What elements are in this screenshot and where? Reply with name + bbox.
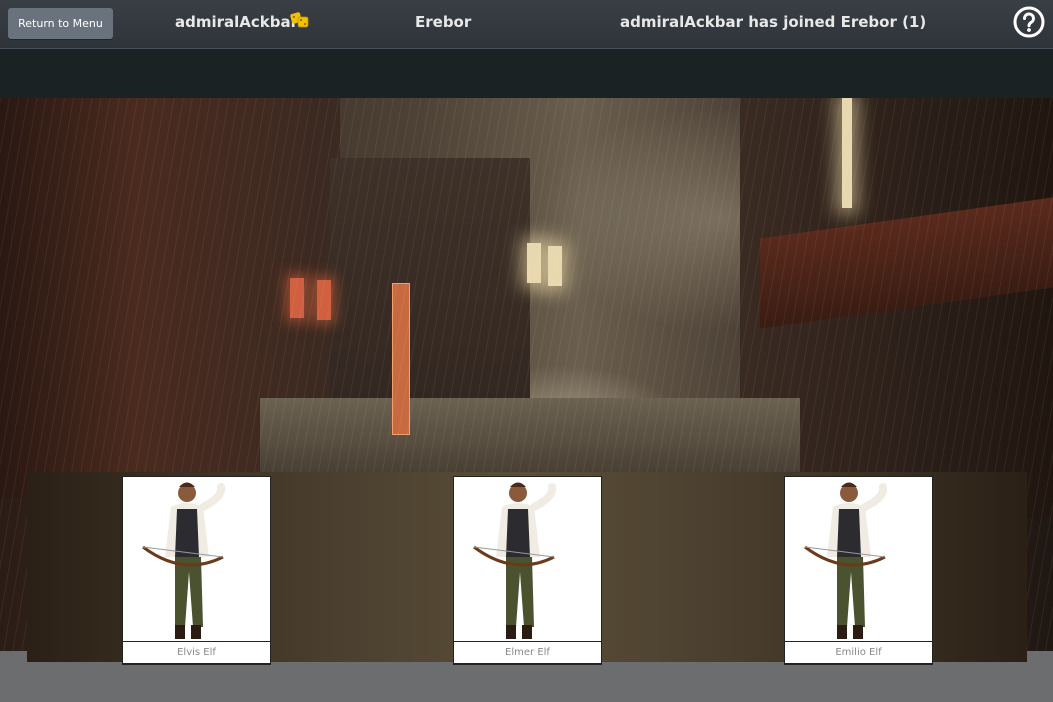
return-to-menu-button[interactable]: Return to Menu [8, 8, 113, 39]
dice-icon [290, 12, 309, 28]
room-name: Erebor [415, 13, 472, 31]
elf-archer-portrait [454, 477, 601, 641]
character-name: Elvis Elf [122, 641, 271, 664]
status-message: admiralAckbar has joined Erebor (1) [620, 13, 927, 31]
character-name: Emilio Elf [784, 641, 933, 664]
elf-archer-portrait [785, 477, 932, 641]
character-card[interactable]: Emilio Elf [784, 476, 933, 665]
top-bar: Return to Menu admiralAckbar Erebor admi… [0, 0, 1053, 49]
username-label: admiralAckbar [175, 13, 299, 31]
character-card[interactable]: Elvis Elf [122, 476, 271, 665]
character-name: Elmer Elf [453, 641, 602, 664]
header-band [0, 49, 1053, 98]
character-card[interactable]: Elmer Elf [453, 476, 602, 665]
elf-archer-portrait [123, 477, 270, 641]
help-icon[interactable] [1013, 6, 1045, 38]
